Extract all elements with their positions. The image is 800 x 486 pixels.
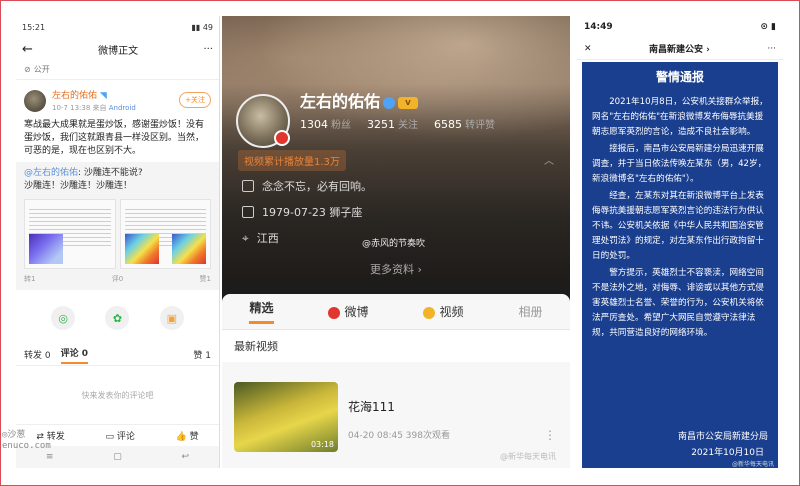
level-badge: V — [398, 96, 419, 109]
verified-icon — [383, 96, 396, 109]
comment-button[interactable]: ▭ 评论 — [105, 429, 134, 442]
video-more-icon[interactable]: ⋮ — [544, 428, 556, 442]
page-title: 微博正文 — [98, 45, 139, 57]
more-info-link[interactable]: 更多资料 › — [222, 261, 570, 277]
watermark-bottom: @新华每天电讯 — [500, 452, 556, 461]
tab-like[interactable]: 赞 1 — [193, 348, 211, 361]
follow-button[interactable]: +关注 — [179, 92, 211, 108]
repost-line2: 沙雕连！沙雕连！沙雕连！ — [24, 181, 133, 191]
engagement-stat[interactable]: 6585 转评赞 — [434, 116, 495, 131]
video-meta: 04-20 08:45 398次观看 — [348, 431, 450, 441]
collapse-icon[interactable]: ︿ — [544, 152, 554, 167]
notice-paragraph-3: 经查，左某东对其在新浪微博平台上发表侮辱抗美援朝志愿军英烈言论的违法行为供认不讳… — [592, 191, 764, 261]
avatar[interactable] — [24, 89, 46, 112]
weibo-profile-panel: 左右的佑佑 V 1304 粉丝 3251 关注 6585 转评赞 视频累计播放量1.3万… — [222, 16, 570, 468]
location-pin-icon: ⌖ — [242, 230, 249, 245]
post-image-2[interactable] — [119, 199, 211, 269]
back-icon[interactable]: ↩ — [182, 452, 190, 462]
more-button[interactable]: ··· — [767, 44, 776, 54]
tab-featured[interactable]: 精选 — [249, 299, 274, 324]
tab-repost[interactable]: 转发 0 — [24, 348, 51, 361]
birthday-row: 1979-07-23 狮子座 — [242, 204, 362, 220]
bio-row: 念念不忘，必有回响。 — [242, 178, 372, 194]
following-stat[interactable]: 3251 关注 — [367, 116, 418, 131]
close-icon[interactable]: ✕ — [584, 44, 592, 54]
comment-count[interactable]: 评0 — [112, 273, 123, 286]
profile-stats: 1304 粉丝 3251 关注 6585 转评赞 — [300, 116, 495, 131]
watermark-top: @赤风的节奏吹 — [362, 239, 426, 249]
interaction-tabs: 转发 0 评论 0 赞 1 — [16, 344, 219, 366]
status-icons: ▮▮ 49 — [191, 22, 213, 32]
status-time: 14:49 — [584, 22, 613, 32]
author-name[interactable]: 左右的佑佑 ◥ — [52, 88, 136, 101]
home-icon[interactable]: ▢ — [113, 452, 122, 462]
moments-share-icon[interactable]: ✿ — [105, 306, 130, 330]
video-title[interactable]: 花海111 — [348, 398, 395, 415]
watermark: @新华每天电讯 — [731, 461, 774, 468]
notice-paragraph-2: 接报后，南昌市公安局新建分局迅速开展调查，并于当日依法传唤左某东（男，42岁，新… — [592, 144, 767, 184]
police-notice-panel: 14:49 ⊙ ▮ ✕ 南昌新建公安 › ··· 警情通报 2021年10月8日… — [576, 16, 784, 468]
status-icons: ⊙ ▮ — [760, 22, 776, 32]
account-title[interactable]: 南昌新建公安 › — [649, 42, 710, 55]
repost-user[interactable]: @左右的佑佑 — [24, 168, 78, 178]
lock-icon: ⊘ — [24, 65, 31, 74]
verified-badge-icon — [274, 130, 290, 146]
location-row: ⌖ 江西 — [242, 230, 279, 246]
status-bar: 14:49 ⊙ ▮ — [576, 16, 784, 38]
video-thumbnail[interactable]: 03:18 — [234, 382, 338, 452]
content-card: 精选 微博 视频 相册 最新视频 03:18 花海111 04-20 08:45… — [222, 294, 570, 468]
visibility-row: ⊘ 公开 — [16, 60, 219, 80]
site-watermark: ◎沙葱 enuco.com — [2, 430, 51, 451]
nav-bar: ← 微博正文 ··· — [16, 38, 219, 60]
video-duration: 03:18 — [310, 440, 334, 449]
notice-date: 2021年10月10日 — [691, 448, 764, 458]
image-grid — [24, 199, 211, 269]
more-button[interactable]: ··· — [203, 44, 213, 55]
repost-stats: 转1 评0 赞1 — [24, 273, 211, 286]
reposted-content[interactable]: @左右的佑佑: 沙雕连不能说? 沙雕连！沙雕连！沙雕连！ 转1 评0 赞1 — [16, 162, 219, 290]
share-row: ◎ ✿ ▣ — [16, 290, 219, 344]
nav-bar: ✕ 南昌新建公安 › ··· — [576, 38, 784, 60]
calendar-icon — [242, 206, 254, 218]
post-author: 左右的佑佑 ◥ 10-7 13:38 来自 Android +关注 — [16, 80, 219, 119]
tab-video[interactable]: 视频 — [423, 303, 464, 320]
profile-name: 左右的佑佑 V — [300, 88, 419, 112]
like-count[interactable]: 赞1 — [200, 273, 211, 286]
visibility-label: 公开 — [33, 65, 50, 74]
document-icon — [242, 180, 254, 192]
post-meta: 10-7 13:38 来自 Android — [52, 104, 136, 112]
back-arrow-icon[interactable]: ← — [22, 42, 33, 57]
weibo-icon — [328, 306, 341, 319]
post-image-1[interactable] — [24, 199, 116, 269]
status-bar: 15:21 ▮▮ 49 — [16, 16, 219, 38]
followers-stat[interactable]: 1304 粉丝 — [300, 116, 351, 131]
comment-placeholder[interactable]: 快来发表你的评论吧 — [24, 390, 211, 401]
notice-title: 警情通报 — [655, 70, 704, 84]
wechat-share-icon[interactable]: ◎ — [51, 306, 76, 330]
video-views-badge: 视频累计播放量1.3万 — [238, 150, 346, 171]
notice-paragraph-1: 2021年10月8日，公安机关接群众举报，网名"左右的佑佑"在新浪微博发布侮辱抗… — [592, 97, 768, 137]
video-icon — [423, 306, 436, 319]
weibo-post-panel: 15:21 ▮▮ 49 ← 微博正文 ··· ⊘ 公开 左右的佑佑 ◥ 10-7… — [16, 16, 220, 468]
notice-body: 警情通报 2021年10月8日，公安机关接群众举报，网名"左右的佑佑"在新浪微博… — [582, 62, 778, 468]
save-icon[interactable]: ▣ — [159, 306, 184, 330]
menu-icon[interactable]: ≡ — [46, 452, 54, 462]
tab-weibo[interactable]: 微博 — [328, 303, 369, 320]
tab-comment[interactable]: 评论 0 — [60, 346, 88, 364]
tab-album[interactable]: 相册 — [518, 303, 542, 320]
latest-videos-heading: 最新视频 — [222, 330, 570, 362]
profile-tabs: 精选 微博 视频 相册 — [222, 294, 570, 330]
vip-icon: ◥ — [99, 91, 107, 101]
like-button[interactable]: 👍 赞 — [176, 429, 199, 442]
repost-count[interactable]: 转1 — [24, 273, 35, 286]
repost-text: : 沙雕连不能说? — [78, 168, 143, 178]
post-text: 寒战最大成果就是蛋炒饭，感谢蛋炒饭！没有蛋炒饭，我们这就跟青县一样没区别。当然，… — [24, 120, 205, 156]
status-time: 15:21 — [22, 22, 46, 32]
notice-paragraph-4: 警方提示，英雄烈士不容亵渎，网络空间不是法外之地，对侮辱、诽谤或以其他方式侵害英… — [592, 268, 764, 338]
notice-signature: 南昌市公安局新建分局 — [677, 432, 768, 442]
